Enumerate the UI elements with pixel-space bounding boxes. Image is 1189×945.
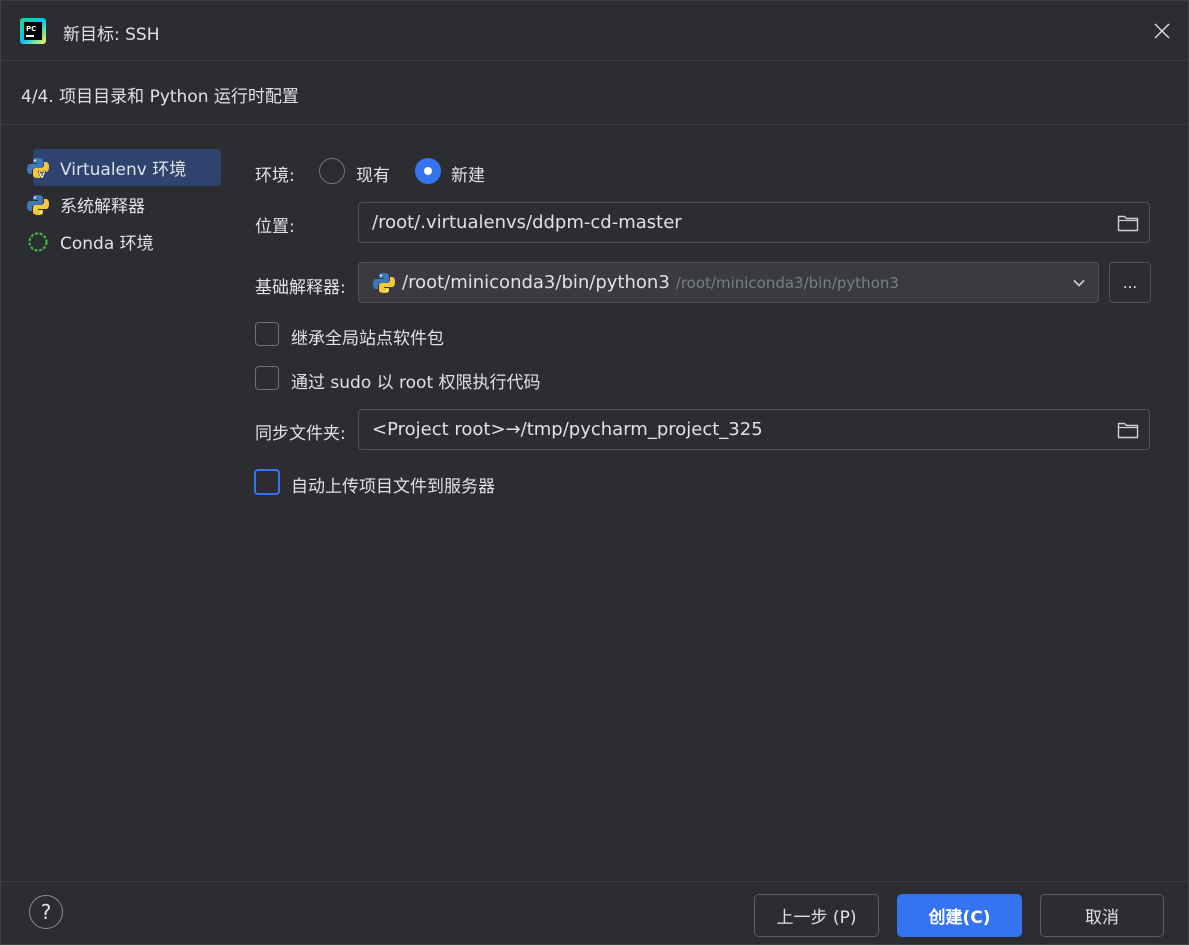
pycharm-logo-icon: PC: [20, 18, 46, 44]
cancel-button[interactable]: 取消: [1040, 894, 1164, 937]
sidebar-item-label: Virtualenv 环境: [60, 160, 187, 180]
svg-text:PC: PC: [26, 25, 36, 33]
svg-text:V: V: [38, 170, 46, 179]
auto-upload-checkbox[interactable]: [254, 469, 280, 495]
auto-upload-label: 自动上传项目文件到服务器: [291, 477, 495, 497]
conda-icon: [28, 232, 48, 252]
base-interpreter-label: 基础解释器:: [255, 278, 346, 298]
browse-interpreter-button[interactable]: ...: [1109, 262, 1151, 303]
previous-button[interactable]: 上一步 (P): [754, 894, 879, 937]
interpreter-type-list: V Virtualenv 环境 系统解释器 Conda 环境: [25, 149, 221, 260]
inherit-packages-checkbox[interactable]: [255, 322, 279, 346]
base-interpreter-value: /root/miniconda3/bin/python3: [402, 272, 670, 293]
env-new-radio[interactable]: [415, 158, 441, 184]
title-bar: PC 新目标: SSH: [1, 1, 1188, 61]
env-existing-label: 现有: [356, 166, 390, 186]
python-icon: [27, 195, 49, 215]
window-title: 新目标: SSH: [63, 25, 160, 45]
sidebar-item-conda[interactable]: Conda 环境: [25, 223, 221, 260]
virtualenv-icon: V: [27, 158, 49, 179]
dialog-window: PC 新目标: SSH 4/4. 项目目录和 Python 运行时配置 V Vi…: [0, 0, 1189, 945]
chevron-down-icon: [1073, 279, 1085, 287]
sidebar-item-virtualenv[interactable]: V Virtualenv 环境: [27, 149, 221, 186]
base-interpreter-hint: /root/miniconda3/bin/python3: [675, 273, 899, 292]
close-button[interactable]: [1150, 19, 1174, 43]
sudo-checkbox[interactable]: [255, 366, 279, 390]
folder-icon[interactable]: [1117, 213, 1139, 233]
location-value: /root/.virtualenvs/ddpm-cd-master: [372, 212, 682, 233]
sidebar-item-label: 系统解释器: [60, 197, 145, 217]
sidebar-item-system-interpreter[interactable]: 系统解释器: [25, 186, 221, 223]
location-input[interactable]: /root/.virtualenvs/ddpm-cd-master: [358, 202, 1150, 243]
step-title: 4/4. 项目目录和 Python 运行时配置: [21, 87, 299, 107]
sync-folder-value: <Project root>→/tmp/pycharm_project_325: [372, 419, 763, 440]
sync-folder-input[interactable]: <Project root>→/tmp/pycharm_project_325: [358, 409, 1150, 450]
python-icon: [373, 272, 395, 293]
step-header: 4/4. 项目目录和 Python 运行时配置: [1, 61, 1188, 125]
inherit-packages-label: 继承全局站点软件包: [291, 329, 444, 349]
sudo-label: 通过 sudo 以 root 权限执行代码: [291, 373, 541, 393]
location-label: 位置:: [255, 217, 295, 237]
base-interpreter-select[interactable]: /root/miniconda3/bin/python3 /root/minic…: [358, 262, 1099, 303]
dialog-footer: ? 上一步 (P) 创建(C) 取消: [1, 881, 1188, 945]
env-new-label: 新建: [451, 166, 485, 186]
close-icon: [1154, 23, 1170, 39]
create-button[interactable]: 创建(C): [897, 894, 1022, 937]
help-button[interactable]: ?: [29, 895, 63, 929]
folder-icon[interactable]: [1117, 420, 1139, 440]
sidebar-item-label: Conda 环境: [60, 234, 154, 254]
env-existing-radio[interactable]: [319, 158, 345, 184]
env-label: 环境:: [255, 166, 295, 186]
sync-folder-label: 同步文件夹:: [255, 424, 346, 444]
